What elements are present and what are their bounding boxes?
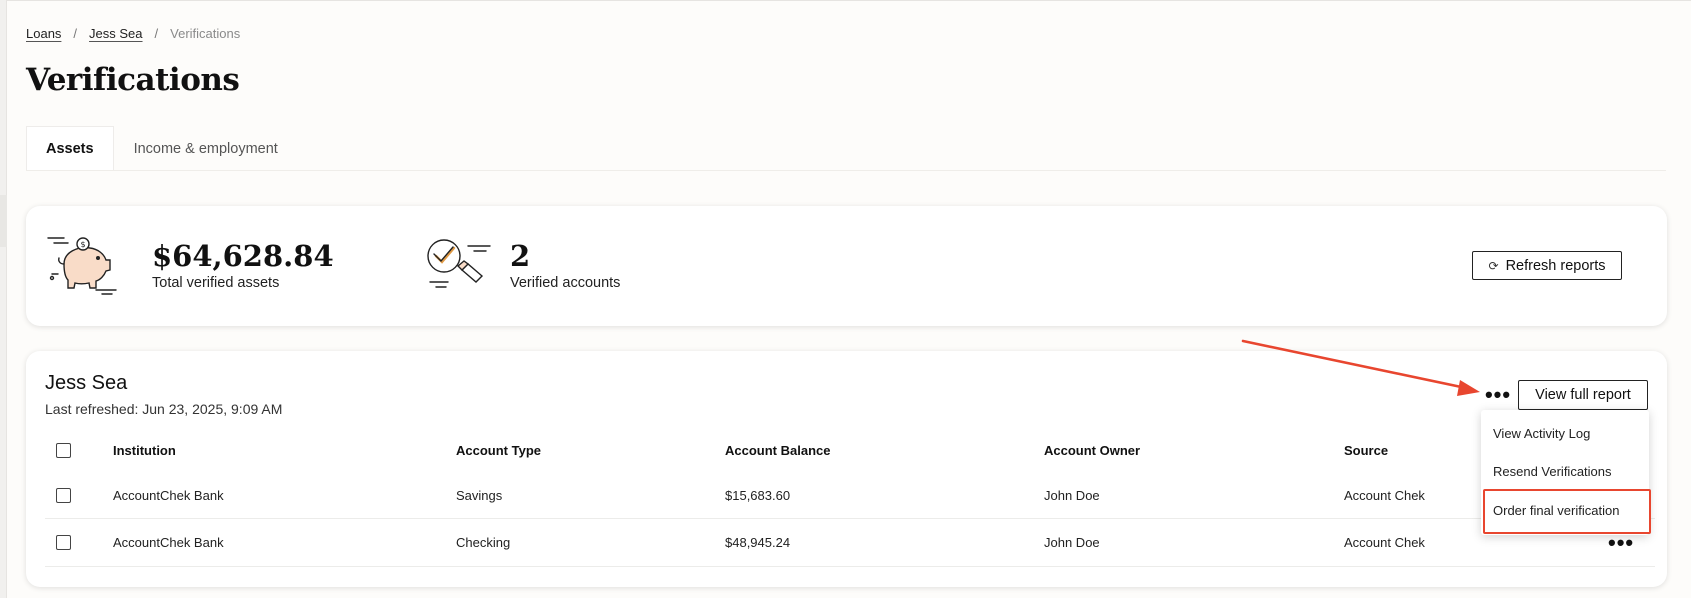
cell-account-owner: John Doe bbox=[1044, 535, 1100, 550]
cell-source: Account Chek bbox=[1344, 535, 1425, 550]
cell-account-type: Savings bbox=[456, 488, 503, 503]
more-horizontal-icon[interactable]: ••• bbox=[1480, 380, 1516, 410]
column-header-source: Source bbox=[1344, 442, 1389, 458]
top-border bbox=[0, 0, 1691, 1]
svg-text:$: $ bbox=[81, 240, 86, 249]
table-row: AccountChek Bank Checking $48,945.24 Joh… bbox=[45, 519, 1655, 567]
cell-account-owner: John Doe bbox=[1044, 488, 1100, 503]
column-header-account-owner: Account Owner bbox=[1044, 442, 1141, 458]
total-assets-stat: $ $64,628.84 Total verified assets bbox=[46, 234, 334, 296]
breadcrumb: Loans / Jess Sea / Verifications bbox=[26, 26, 240, 41]
cell-account-type: Checking bbox=[456, 535, 511, 550]
cell-account-balance: $48,945.24 bbox=[725, 535, 791, 550]
column-header-institution: Institution bbox=[113, 442, 176, 458]
verified-check-icon bbox=[427, 239, 491, 288]
row-checkbox[interactable] bbox=[56, 535, 71, 550]
verified-accounts-stat: 2 Verified accounts bbox=[424, 234, 620, 296]
page-title: Verifications bbox=[26, 62, 240, 98]
cell-institution: AccountChek Bank bbox=[113, 488, 224, 503]
refresh-reports-button[interactable]: ⟳ Refresh reports bbox=[1472, 251, 1622, 280]
table-row: AccountChek Bank Savings $15,683.60 John… bbox=[45, 473, 1655, 519]
cell-institution: AccountChek Bank bbox=[113, 535, 224, 550]
breadcrumb-current: Verifications bbox=[170, 26, 241, 41]
verified-accounts-label: Verified accounts bbox=[510, 275, 621, 291]
row-checkbox[interactable] bbox=[56, 488, 71, 503]
left-rail bbox=[0, 0, 7, 598]
annotation-highlight-box bbox=[1483, 489, 1651, 534]
piggy-bank-icon: $ bbox=[47, 237, 117, 295]
total-assets-label: Total verified assets bbox=[152, 275, 280, 291]
view-full-report-button[interactable]: View full report bbox=[1518, 380, 1648, 410]
column-header-account-type: Account Type bbox=[456, 442, 541, 458]
total-assets-value: $64,628.84 bbox=[152, 239, 334, 273]
last-refreshed-text: Last refreshed: Jun 23, 2025, 9:09 AM bbox=[45, 401, 283, 417]
refresh-reports-label: Refresh reports bbox=[1505, 257, 1606, 274]
breadcrumb-loans[interactable]: Loans bbox=[26, 26, 61, 41]
menu-item-resend-verifications[interactable]: Resend Verifications bbox=[1493, 464, 1612, 479]
breadcrumb-separator: / bbox=[154, 26, 159, 41]
breadcrumb-borrower[interactable]: Jess Sea bbox=[89, 26, 142, 41]
column-header-account-balance: Account Balance bbox=[725, 442, 831, 458]
tab-divider bbox=[26, 170, 1666, 171]
tab-bar: Assets Income & employment bbox=[26, 126, 298, 170]
select-all-checkbox[interactable] bbox=[56, 442, 71, 458]
refresh-icon: ⟳ bbox=[1488, 258, 1499, 273]
account-owner-heading: Jess Sea bbox=[45, 372, 128, 394]
tab-assets[interactable]: Assets bbox=[26, 126, 114, 170]
cell-account-balance: $15,683.60 bbox=[725, 488, 791, 503]
menu-item-view-activity-log[interactable]: View Activity Log bbox=[1493, 426, 1590, 441]
cell-source: Account Chek bbox=[1344, 488, 1425, 503]
table-header: Institution Account Type Account Balance… bbox=[45, 430, 1655, 470]
tab-income-employment[interactable]: Income & employment bbox=[114, 126, 298, 170]
breadcrumb-separator: / bbox=[73, 26, 78, 41]
summary-card: $ $64,628.84 Total verified assets 2 Ver… bbox=[26, 206, 1667, 326]
left-rail-handle[interactable] bbox=[0, 195, 7, 247]
verified-accounts-value: 2 bbox=[510, 239, 531, 273]
